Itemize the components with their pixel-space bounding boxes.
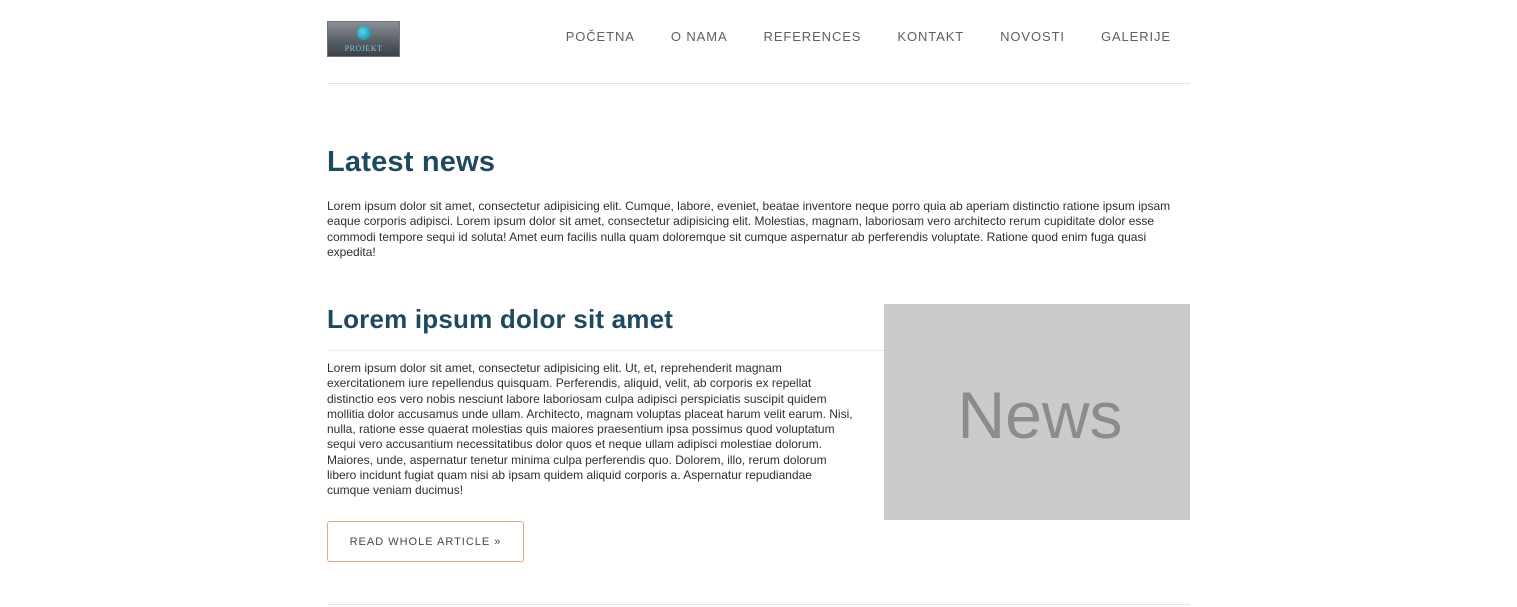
- article-bottom-divider: [327, 604, 1190, 605]
- header-divider: [327, 83, 1190, 84]
- content-container: PROJEKT POČETNA O NAMA REFERENCES KONTAK…: [327, 0, 1190, 607]
- nav-item-o-nama[interactable]: O NAMA: [671, 29, 728, 44]
- article-image-placeholder[interactable]: News: [884, 304, 1190, 520]
- nav-item-kontakt[interactable]: KONTAKT: [897, 29, 964, 44]
- read-whole-article-button[interactable]: READ WHOLE ARTICLE »: [327, 521, 524, 562]
- page: PROJEKT POČETNA O NAMA REFERENCES KONTAK…: [0, 0, 1517, 607]
- article-excerpt: Lorem ipsum dolor sit amet, consectetur …: [327, 361, 853, 498]
- nav-item-references[interactable]: REFERENCES: [764, 29, 862, 44]
- latest-news-intro: Lorem ipsum dolor sit amet, consectetur …: [327, 199, 1171, 260]
- article-title-divider: [327, 350, 884, 351]
- nav-item-pocetna[interactable]: POČETNA: [566, 29, 635, 44]
- logo-globe-icon: [357, 26, 371, 40]
- nav-item-galerije[interactable]: GALERIJE: [1101, 29, 1171, 44]
- site-logo[interactable]: PROJEKT: [327, 21, 400, 57]
- logo-text: PROJEKT: [344, 44, 383, 53]
- nav-item-novosti[interactable]: NOVOSTI: [1000, 29, 1065, 44]
- article-image-label: News: [957, 378, 1123, 452]
- latest-news-title: Latest news: [327, 146, 496, 178]
- main-nav: POČETNA O NAMA REFERENCES KONTAKT NOVOST…: [566, 29, 1171, 44]
- article-title[interactable]: Lorem ipsum dolor sit amet: [327, 304, 673, 335]
